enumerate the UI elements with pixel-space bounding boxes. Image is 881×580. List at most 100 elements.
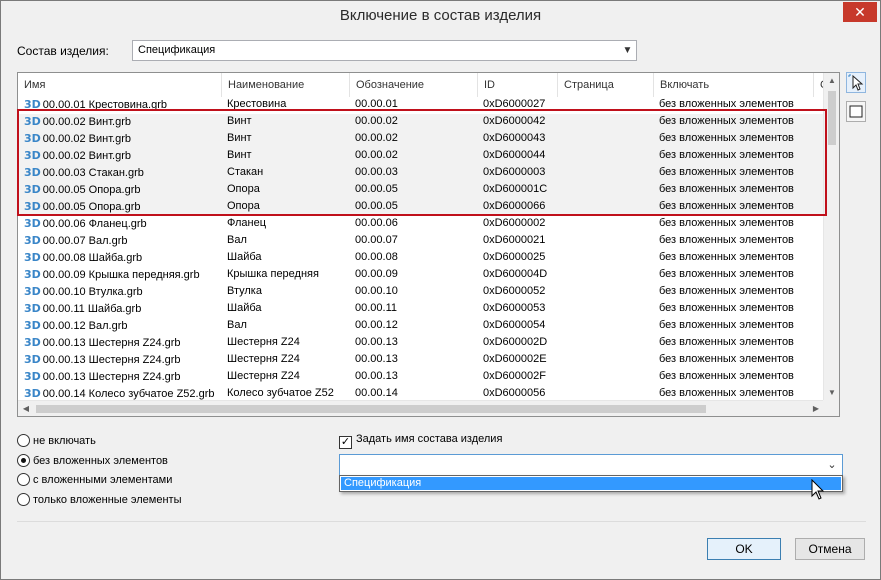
cell-page [559,318,651,335]
column-header-page[interactable]: Страница [558,73,654,97]
cell-include: без вложенных элементов [659,217,794,229]
table-row[interactable]: 3D 00.00.02 Винт.grb Винт 00.00.02 0xD600004… [18,148,824,165]
cell-name-text: 00.00.09 Крышка передняя.grb [42,269,200,281]
model-3d-icon: 3D [24,217,41,230]
table-row[interactable]: 3D 00.00.01 Крестовина.grb Крестовина 00.00… [18,97,824,114]
table-row[interactable]: 3D 00.00.02 Винт.grb Винт 00.00.02 0xD600004… [18,114,824,131]
cancel-button[interactable]: Отмена [795,538,865,560]
mouse-pointer-icon [811,479,825,500]
scroll-up-icon[interactable]: ▲ [824,73,839,89]
table-row[interactable]: 3D 00.00.13 Шестерня Z24.grb Шестерня Z24 0… [18,335,824,352]
table-row[interactable]: 3D 00.00.13 Шестерня Z24.grb Шестерня Z24 0… [18,369,824,386]
radio-only-nested[interactable]: только вложенные элементы [17,493,182,506]
cell-id: 0xD6000043 [483,132,546,144]
column-header-include[interactable]: Включать [654,73,814,97]
table-row[interactable]: 3D 00.00.12 Вал.grb Вал 00.00.12 0xD6000054 б… [18,318,824,335]
scroll-left-icon[interactable]: ◀ [18,401,34,416]
assembly-name-combo[interactable]: ⌄ [339,454,843,476]
cell-name-text: 00.00.02 Винт.grb [42,150,132,162]
table-row[interactable]: 3D 00.00.11 Шайба.grb Шайба 00.00.11 0xD6000… [18,301,824,318]
cell-designation: 00.00.02 [355,149,398,161]
cell-name-text: 00.00.02 Винт.grb [42,116,132,128]
vertical-scrollbar[interactable]: ▲ ▼ [823,73,839,401]
close-button[interactable]: ✕ [843,2,877,22]
table-row[interactable]: 3D 00.00.05 Опора.grb Опора 00.00.05 0xD6000… [18,182,824,199]
cell-name: 3D 00.00.13 Шестерня Z24.grb [20,352,220,369]
horizontal-scroll-thumb[interactable] [36,405,706,413]
ok-button[interactable]: OK [707,538,781,560]
cell-title: Винт [227,115,252,127]
table-row[interactable]: 3D 00.00.02 Винт.grb Винт 00.00.02 0xD600004… [18,131,824,148]
cell-include: без вложенных элементов [659,234,794,246]
cell-name-text: 00.00.14 Колесо зубчатое Z52.grb [42,388,215,400]
square-icon [849,105,863,118]
table-row[interactable]: 3D 00.00.06 Фланец.grb Фланец 00.00.06 0xD60… [18,216,824,233]
cell-designation: 00.00.12 [355,319,398,331]
frame-mode-button[interactable] [846,101,866,122]
cell-include: без вложенных элементов [659,302,794,314]
chevron-down-icon[interactable]: ⌄ [824,457,840,473]
column-header-title[interactable]: Наименование [222,73,350,97]
assembly-select-value: Спецификация [138,44,216,56]
cell-name: 3D 00.00.01 Крестовина.grb [20,97,220,114]
column-header-name[interactable]: Имя [18,73,222,97]
model-3d-icon: 3D [24,200,41,213]
scroll-corner [823,400,839,416]
set-name-checkbox[interactable]: ✓ Задать имя состава изделия [339,433,502,449]
title-bar: Включение в состав изделия ✕ [1,1,880,32]
cell-page [559,165,651,182]
dropdown-option[interactable]: Спецификация [341,477,841,490]
cell-designation: 00.00.11 [355,302,398,314]
items-table[interactable]: Имя Наименование Обозначение ID Страница… [17,72,840,417]
table-row[interactable]: 3D 00.00.10 Втулка.grb Втулка 00.00.10 0xD60… [18,284,824,301]
cell-title: Шайба [227,251,262,263]
dialog-window: Включение в состав изделия ✕ Состав изде… [0,0,881,580]
scroll-right-icon[interactable]: ▶ [808,401,824,416]
cell-designation: 00.00.10 [355,285,398,297]
table-row[interactable]: 3D 00.00.03 Стакан.grb Стакан 00.00.03 0xD60… [18,165,824,182]
radio-exclude[interactable]: не включать [17,434,96,447]
table-row[interactable]: 3D 00.00.05 Опора.grb Опора 00.00.05 0xD6000… [18,199,824,216]
model-3d-icon: 3D [24,336,41,349]
select-mode-button[interactable] [846,72,866,93]
cell-page [559,216,651,233]
radio-button-icon [17,493,30,506]
table-row[interactable]: 3D 00.00.07 Вал.grb Вал 00.00.07 0xD6000021 б… [18,233,824,250]
table-row[interactable]: 3D 00.00.09 Крышка передняя.grb Крышка пер… [18,267,824,284]
cell-page [559,233,651,250]
column-header-id[interactable]: ID [478,73,558,97]
assembly-select[interactable]: Спецификация ▼ [132,40,637,61]
cell-page [559,97,651,114]
cursor-select-icon [848,74,864,91]
cell-name: 3D 00.00.03 Стакан.grb [20,165,220,182]
cell-title: Винт [227,149,252,161]
table-row[interactable]: 3D 00.00.13 Шестерня Z24.grb Шестерня Z24 0… [18,352,824,369]
radio-label: с вложенными элементами [33,474,173,486]
cell-designation: 00.00.02 [355,132,398,144]
horizontal-scrollbar[interactable]: ◀ ▶ [18,400,824,416]
cell-designation: 00.00.06 [355,217,398,229]
scroll-down-icon[interactable]: ▼ [824,385,839,401]
model-3d-icon: 3D [24,268,41,281]
cell-name-text: 00.00.02 Винт.grb [42,133,132,145]
radio-with-nested[interactable]: с вложенными элементами [17,473,172,486]
cell-page [559,369,651,386]
model-3d-icon: 3D [24,183,41,196]
cell-id: 0xD6000052 [483,285,546,297]
table-row[interactable]: 3D 00.00.08 Шайба.grb Шайба 00.00.08 0xD6000… [18,250,824,267]
radio-button-icon [17,473,30,486]
cell-id: 0xD6000025 [483,251,546,263]
column-header-designation[interactable]: Обозначение [350,73,478,97]
close-icon: ✕ [854,4,866,20]
radio-without-nested[interactable]: без вложенных элементов [17,454,168,467]
cell-title: Втулка [227,285,262,297]
cell-designation: 00.00.02 [355,115,398,127]
cell-name: 3D 00.00.05 Опора.grb [20,199,220,216]
vertical-scroll-thumb[interactable] [828,91,836,145]
cell-name: 3D 00.00.10 Втулка.grb [20,284,220,301]
cell-name-text: 00.00.05 Опора.grb [42,184,141,196]
model-3d-icon: 3D [24,353,41,366]
cell-designation: 00.00.13 [355,370,398,382]
cell-name-text: 00.00.11 Шайба.grb [42,303,142,315]
cell-include: без вложенных элементов [659,251,794,263]
